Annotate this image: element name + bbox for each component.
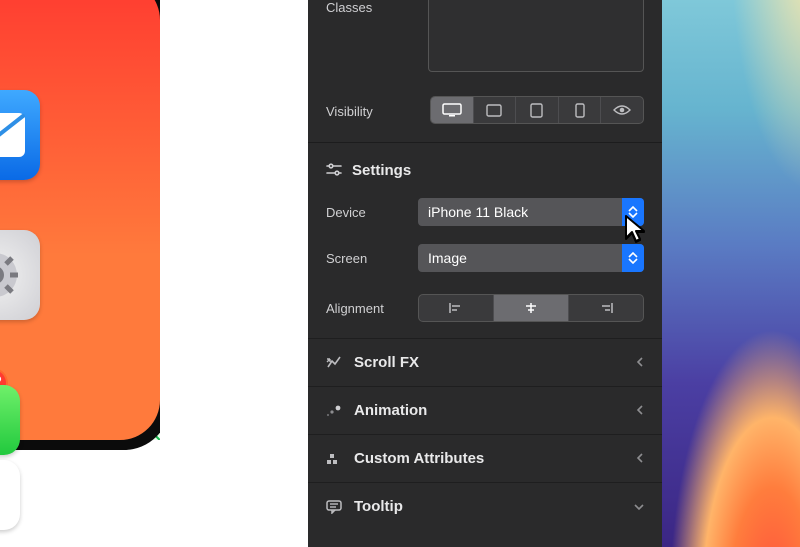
classes-label: Classes — [326, 0, 372, 15]
app-icon-mail — [0, 90, 40, 180]
phone-icon — [575, 103, 585, 118]
device-frame-screen: 274 gs 12 al — [0, 0, 160, 440]
monitor-icon — [442, 103, 462, 117]
device-row: Device iPhone 11 Black — [308, 192, 662, 232]
visibility-desktop[interactable] — [431, 97, 474, 123]
chevron-left-icon — [636, 403, 644, 418]
screen-select[interactable]: Image — [418, 244, 644, 272]
tooltip-icon — [326, 500, 342, 514]
align-right[interactable] — [569, 295, 643, 321]
align-center-icon — [523, 302, 539, 314]
tablet-portrait-icon — [530, 103, 543, 118]
gear-icon — [0, 250, 20, 300]
tablet-landscape-icon — [486, 104, 502, 117]
visibility-phone[interactable] — [559, 97, 602, 123]
screen-label: Screen — [326, 251, 418, 266]
scrollfx-icon — [326, 356, 342, 370]
select-stepper-icon — [622, 244, 644, 272]
animation-title: Animation — [354, 402, 427, 419]
device-label: Device — [326, 205, 418, 220]
section-custom-attributes[interactable]: Custom Attributes — [308, 434, 662, 482]
scrollfx-title: Scroll FX — [354, 354, 419, 371]
alignment-row: Alignment — [308, 288, 662, 328]
device-select-value: iPhone 11 Black — [428, 204, 528, 220]
sliders-icon — [326, 163, 342, 177]
align-right-icon — [598, 302, 614, 314]
settings-form: Device iPhone 11 Black Screen Image Alig… — [308, 192, 662, 328]
animation-icon — [326, 404, 342, 418]
alignment-label: Alignment — [326, 301, 418, 316]
attributes-icon — [326, 452, 342, 466]
envelope-icon — [0, 112, 26, 158]
section-scrollfx[interactable]: Scroll FX — [308, 338, 662, 386]
divider — [308, 142, 662, 143]
eye-icon — [613, 104, 631, 116]
visibility-tablet-landscape[interactable] — [474, 97, 517, 123]
align-left-icon — [448, 302, 464, 314]
tooltip-title: Tooltip — [354, 498, 403, 515]
chevron-down-icon — [634, 499, 644, 514]
custom-attributes-title: Custom Attributes — [354, 450, 484, 467]
canvas-preview: 274 gs 12 al — [0, 0, 160, 547]
visibility-segmented — [430, 96, 644, 124]
section-tooltip[interactable]: Tooltip — [308, 482, 662, 530]
visibility-label: Visibility — [326, 104, 418, 119]
align-center[interactable] — [494, 295, 569, 321]
device-select[interactable]: iPhone 11 Black — [418, 198, 644, 226]
visibility-preview[interactable] — [601, 97, 643, 123]
select-stepper-icon — [622, 198, 644, 226]
app-icon-messages — [0, 385, 20, 455]
desktop-wallpaper — [662, 0, 800, 547]
visibility-tablet-portrait[interactable] — [516, 97, 559, 123]
section-animation[interactable]: Animation — [308, 386, 662, 434]
chevron-left-icon — [636, 451, 644, 466]
align-left[interactable] — [419, 295, 494, 321]
screen-row: Screen Image — [308, 238, 662, 278]
classes-input[interactable] — [428, 0, 644, 72]
section-header-settings: Settings — [308, 148, 662, 192]
settings-title: Settings — [352, 162, 411, 179]
app-icon-other — [0, 460, 20, 530]
screen-select-value: Image — [428, 250, 467, 266]
alignment-segmented — [418, 294, 644, 322]
app-icon-settings — [0, 230, 40, 320]
chevron-left-icon — [636, 355, 644, 370]
canvas-background — [160, 0, 308, 547]
inspector-panel: Classes Visibility Settings — [308, 0, 662, 547]
